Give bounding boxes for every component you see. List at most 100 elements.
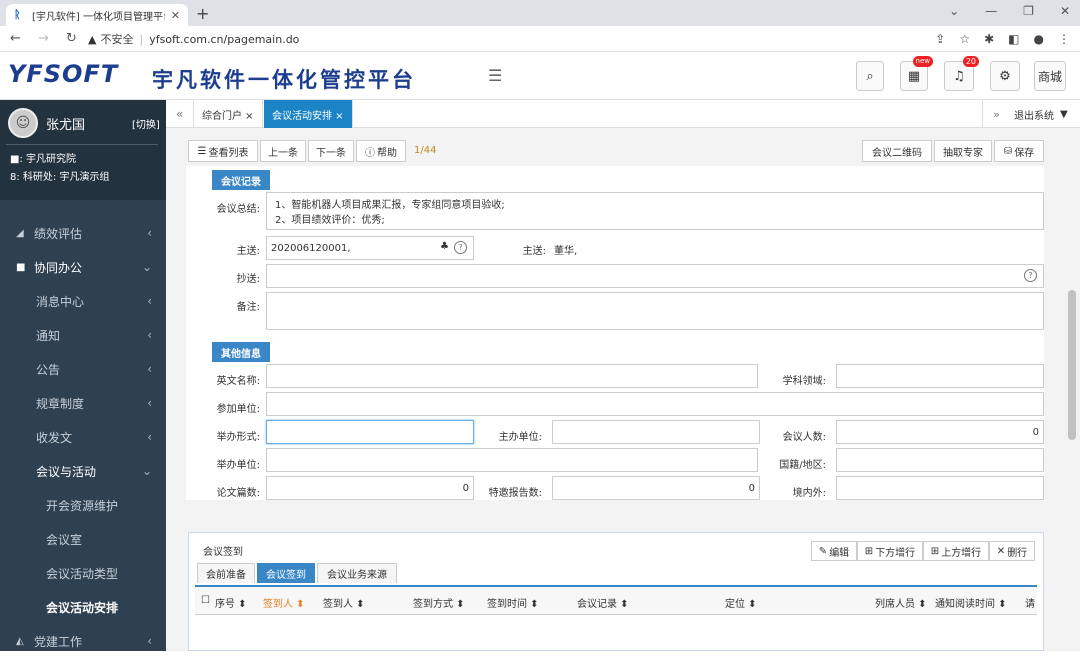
delete-row-button[interactable]: ✕ 删行 xyxy=(989,541,1035,561)
view-list-button[interactable]: ☰ 查看列表 xyxy=(188,140,258,162)
search-button[interactable]: ⌕ xyxy=(856,61,884,91)
tab-pre-meeting[interactable]: 会前准备 xyxy=(197,563,255,583)
column-header[interactable]: 会议记录 ⬍ xyxy=(577,595,629,610)
qrcode-button[interactable]: ▦ new xyxy=(900,56,933,91)
remark-textarea[interactable] xyxy=(266,292,1044,330)
chevron-left-icon: ‹ xyxy=(147,430,152,444)
avatar[interactable]: ☺ xyxy=(8,108,38,138)
profile-icon[interactable]: ● xyxy=(1034,32,1044,46)
tab-meeting-sign[interactable]: 会议签到 xyxy=(257,563,315,583)
sidebar-item-office[interactable]: ■ 协同办公 ⌄ xyxy=(0,250,166,284)
org-tree-icon[interactable]: ♣ xyxy=(440,241,449,252)
menu-toggle-icon[interactable]: ☰ xyxy=(488,66,502,85)
add-above-button[interactable]: ⊞ 上方增行 xyxy=(923,541,989,561)
notification-button[interactable]: ♫ 20 xyxy=(944,56,979,91)
main-send-input[interactable]: 202006120001, ♣ ? xyxy=(266,236,474,260)
participant-input[interactable] xyxy=(266,392,1044,416)
main-send-value: 202006120001, xyxy=(271,242,351,254)
restore-icon[interactable]: ❐ xyxy=(1023,4,1034,18)
switch-user-link[interactable]: [切换] xyxy=(132,116,160,131)
qrcode-meeting-button[interactable]: 会议二维码 xyxy=(862,140,932,162)
sidebar-item-notice[interactable]: 通知 ‹ xyxy=(0,318,166,352)
share-icon[interactable]: ⇪ xyxy=(935,32,945,46)
column-header[interactable]: 签到人 ⬍ xyxy=(323,595,365,610)
mall-button[interactable]: 商城 xyxy=(1034,61,1066,91)
sidebar-item-documents[interactable]: 收发文 ‹ xyxy=(0,420,166,454)
chevron-left-icon: ‹ xyxy=(147,634,152,648)
sidebar-item-meetings[interactable]: 会议与活动 ⌄ xyxy=(0,454,166,488)
vertical-scrollbar[interactable] xyxy=(1068,290,1076,440)
forward-icon[interactable]: → xyxy=(38,31,56,46)
tab-search-icon[interactable]: ⌄ xyxy=(949,4,959,18)
column-header[interactable]: 序号 ⬍ xyxy=(215,595,247,610)
form-type-label: 举办形式: xyxy=(216,432,260,443)
sign-table-header: ☐ 序号 ⬍ 签到人 ⬍ 签到人 ⬍ 签到方式 ⬍ 签到时间 ⬍ 会议记录 ⬍ … xyxy=(195,585,1037,615)
tabs-scroll-left-icon[interactable]: « xyxy=(166,100,194,128)
browser-tab[interactable]: ᚱ [宇凡软件] 一体化项目管理平台 ✕ xyxy=(6,4,188,26)
sidebar-item-rules[interactable]: 规章制度 ‹ xyxy=(0,386,166,420)
tabs-scroll-right-icon[interactable]: » xyxy=(982,100,1010,128)
close-tab-icon[interactable]: ✕ xyxy=(171,9,180,22)
en-name-input[interactable] xyxy=(266,364,758,388)
sidebar-item-label: 规章制度 xyxy=(36,396,85,411)
sidepanel-icon[interactable]: ◧ xyxy=(1008,32,1019,46)
sidebar-item-meeting-schedule[interactable]: 会议活动安排 xyxy=(0,590,166,624)
logout-dropdown[interactable]: 退出系统 ▼ xyxy=(1014,100,1068,128)
count-label: 会议人数: xyxy=(782,432,826,443)
sidebar-item-resources[interactable]: 开会资源维护 xyxy=(0,488,166,522)
sidebar-item-meeting-types[interactable]: 会议活动类型 xyxy=(0,556,166,590)
more-menu-icon[interactable]: ⋮ xyxy=(1058,32,1070,46)
select-all-checkbox[interactable]: ☐ xyxy=(201,595,210,606)
prev-button[interactable]: 上一条 xyxy=(260,140,306,162)
save-icon: ⛁ xyxy=(1003,145,1013,157)
tab-business-source[interactable]: 会议业务来源 xyxy=(317,563,397,583)
help-button[interactable]: ⓘ 帮助 xyxy=(356,140,406,162)
extensions-icon[interactable]: ✱ xyxy=(984,32,994,46)
sidebar-item-rooms[interactable]: 会议室 xyxy=(0,522,166,556)
organizer-input[interactable] xyxy=(266,448,758,472)
summary-textarea[interactable]: 1、智能机器人项目成果汇报，专家组同意项目验收; 2、项目绩效评价：优秀; xyxy=(266,192,1044,230)
settings-button[interactable]: ⚙ xyxy=(990,61,1020,91)
paper-input[interactable]: 0 xyxy=(266,476,474,500)
help-icon[interactable]: ? xyxy=(454,241,467,254)
edit-button[interactable]: ✎ 编辑 xyxy=(811,541,857,561)
minimize-icon[interactable]: — xyxy=(985,4,997,18)
add-below-button[interactable]: ⊞ 下方增行 xyxy=(857,541,923,561)
host-input[interactable] xyxy=(552,420,760,444)
address-input[interactable]: ▲ 不安全 | yfsoft.com.cn/pagemain.do xyxy=(88,30,918,48)
column-header[interactable]: 列席人员 ⬍ xyxy=(875,595,927,610)
reload-icon[interactable]: ↻ xyxy=(66,31,84,46)
column-header[interactable]: 签到人 ⬍ xyxy=(263,595,305,610)
count-input[interactable]: 0 xyxy=(836,420,1044,444)
field-label: 学科领域: xyxy=(782,376,826,387)
back-icon[interactable]: ← xyxy=(10,31,28,46)
sidebar-item-announcement[interactable]: 公告 ‹ xyxy=(0,352,166,386)
cc-input[interactable]: ? xyxy=(266,264,1044,288)
section-record: 会议记录 xyxy=(212,170,270,190)
column-header[interactable]: 定位 ⬍ xyxy=(725,595,757,610)
column-header[interactable]: 签到时间 ⬍ xyxy=(487,595,539,610)
tab-portal[interactable]: 综合门户 × xyxy=(194,100,263,128)
new-tab-icon[interactable]: + xyxy=(196,4,209,23)
next-button[interactable]: 下一条 xyxy=(308,140,354,162)
sidebar-item-party[interactable]: ◭ 党建工作 ‹ xyxy=(0,624,166,658)
column-header[interactable]: 签到方式 ⬍ xyxy=(413,595,465,610)
field-input[interactable] xyxy=(836,364,1044,388)
tab-meeting-schedule[interactable]: 会议活动安排 × xyxy=(264,100,353,128)
help-icon[interactable]: ? xyxy=(1024,269,1037,282)
pick-expert-button[interactable]: 抽取专家 xyxy=(934,140,992,162)
help-icon: ⓘ xyxy=(365,147,375,159)
save-button[interactable]: ⛁ 保存 xyxy=(994,140,1044,162)
form-type-input[interactable] xyxy=(266,420,474,444)
bookmark-star-icon[interactable]: ☆ xyxy=(959,32,970,46)
close-window-icon[interactable]: ✕ xyxy=(1060,4,1070,18)
sidebar-item-messages[interactable]: 消息中心 ‹ xyxy=(0,284,166,318)
domestic-input[interactable] xyxy=(836,476,1044,500)
cc-label: 抄送: xyxy=(236,274,260,285)
invited-input[interactable]: 0 xyxy=(552,476,760,500)
column-header[interactable]: 请 xyxy=(1025,595,1035,610)
sidebar-item-performance[interactable]: ◢ 绩效评估 ‹ xyxy=(0,216,166,250)
country-input[interactable] xyxy=(836,448,1044,472)
chart-icon: ◢ xyxy=(16,227,24,239)
column-header[interactable]: 通知阅读时间 ⬍ xyxy=(935,595,1007,610)
